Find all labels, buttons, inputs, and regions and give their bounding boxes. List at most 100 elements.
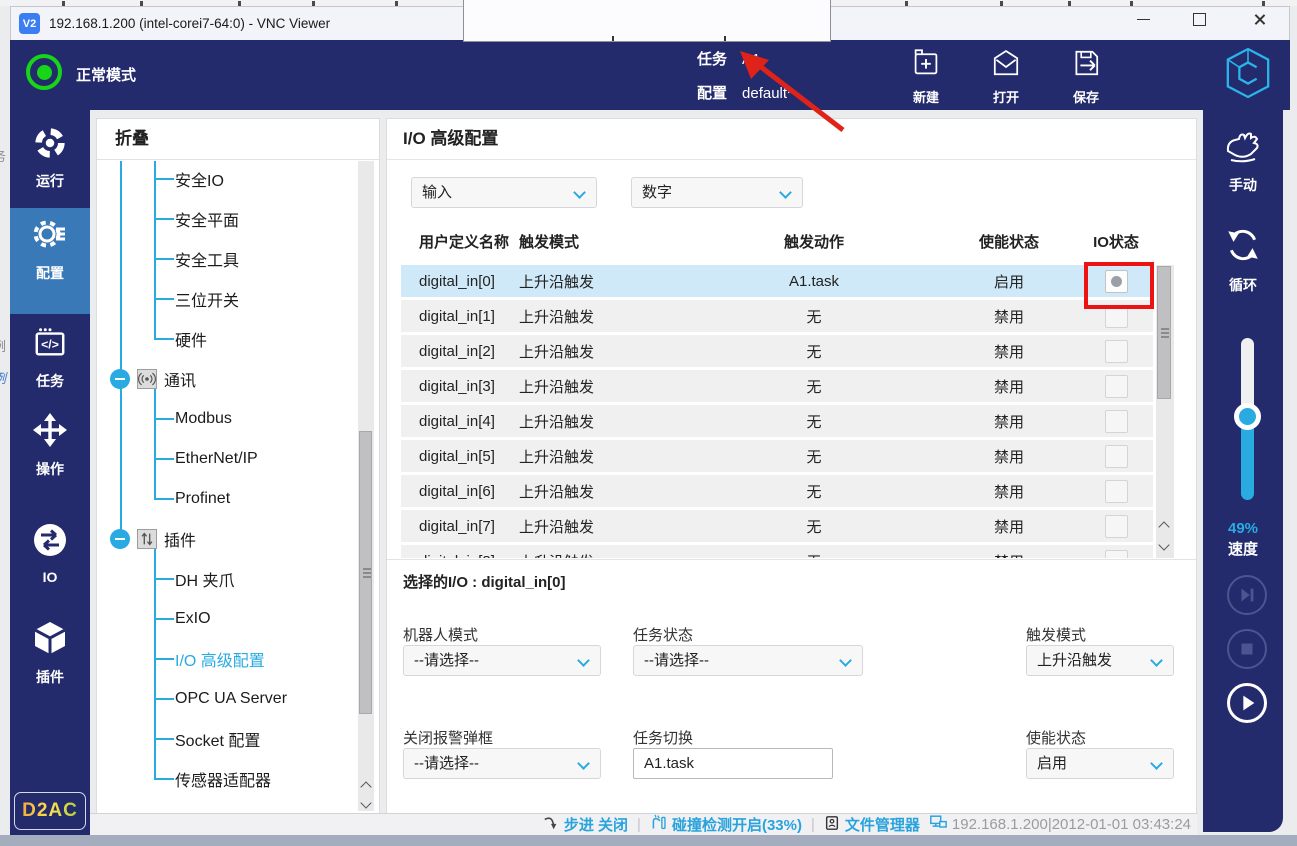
sidebar-item-task[interactable]: </> 任务 (10, 326, 90, 391)
scroll-up-icon[interactable] (1158, 521, 1169, 532)
chevron-down-icon (1150, 654, 1163, 667)
tree-scrollbar[interactable] (358, 161, 374, 811)
tree-item-label: 传感器适配器 (175, 767, 271, 791)
tree-item-safety-io[interactable]: 安全IO (97, 159, 347, 199)
file-manager-icon (824, 815, 840, 835)
tree-item-ethernet-ip[interactable]: EtherNet/IP (97, 439, 347, 479)
table-row[interactable]: digital_in[1] 上升沿触发 无 禁用 (401, 300, 1153, 332)
table-row[interactable]: digital_in[3] 上升沿触发 无 禁用 (401, 370, 1153, 402)
tree-item-label: Profinet (175, 490, 230, 508)
scroll-down-icon[interactable] (360, 797, 371, 808)
tree-item-sensor-adapter[interactable]: 传感器适配器 (97, 759, 347, 799)
table-row[interactable]: digital_in[2] 上升沿触发 无 禁用 (401, 335, 1153, 367)
io-state-checkbox[interactable] (1105, 550, 1128, 559)
table-row[interactable]: digital_in[4] 上升沿触发 无 禁用 (401, 405, 1153, 437)
maximize-button[interactable] (1184, 10, 1214, 28)
sidebar-item-label: 插件 (36, 667, 64, 687)
robot-mode-select[interactable]: --请选择-- (403, 645, 601, 676)
table-scrollbar-thumb[interactable] (1157, 266, 1171, 399)
tree-item-opc-ua-server[interactable]: OPC UA Server (97, 679, 347, 719)
collision-detection-status[interactable]: 碰撞检测开启(33%) (650, 814, 802, 835)
sidebar-item-io[interactable]: IO (10, 522, 90, 585)
cell-name: digital_in[8] (401, 553, 519, 559)
background-text-fragment: 例 (0, 336, 10, 355)
sidebar-item-run[interactable]: 运行 (10, 126, 90, 191)
manual-mode-button[interactable]: 手动 (1203, 130, 1283, 195)
table-scrollbar[interactable] (1156, 265, 1174, 558)
step-mode-status[interactable]: 步进 关闭 (543, 814, 628, 835)
gear-icon (32, 216, 68, 257)
io-state-checkbox[interactable] (1105, 340, 1128, 363)
tree-item-label: OPC UA Server (175, 690, 287, 708)
loop-mode-label: 循环 (1229, 275, 1257, 295)
io-type-select[interactable]: 数字 (631, 177, 803, 208)
cell-enable: 禁用 (939, 481, 1079, 502)
io-direction-value: 输入 (422, 184, 452, 201)
io-state-checkbox[interactable] (1105, 515, 1128, 538)
skip-next-button[interactable] (1227, 575, 1267, 615)
sidebar-item-label: 运行 (36, 171, 64, 191)
io-state-checkbox[interactable] (1105, 480, 1128, 503)
tree-item-three-position-switch[interactable]: 三位开关 (97, 279, 347, 319)
scroll-up-icon[interactable] (360, 781, 371, 792)
cell-action: 无 (689, 341, 939, 362)
tree-scrollbar-thumb[interactable] (359, 431, 372, 714)
speed-slider-thumb[interactable] (1234, 403, 1261, 430)
table-row[interactable]: digital_in[5] 上升沿触发 无 禁用 (401, 440, 1153, 472)
tree-item-dh-gripper[interactable]: DH 夹爪 (97, 559, 347, 599)
cell-enable: 禁用 (939, 551, 1079, 559)
trigger-mode-select[interactable]: 上升沿触发 (1026, 645, 1174, 676)
speed-label: 速度 (1203, 538, 1283, 559)
cell-action: 无 (689, 481, 939, 502)
tree-node-plugins[interactable]: 插件 (97, 519, 347, 559)
tree-item-socket-config[interactable]: Socket 配置 (97, 719, 347, 759)
loop-mode-button[interactable]: 循环 (1203, 226, 1283, 295)
play-button[interactable] (1227, 683, 1267, 723)
io-state-checkbox[interactable] (1105, 375, 1128, 398)
scroll-down-icon[interactable] (1158, 539, 1169, 550)
cell-name: digital_in[0] (401, 273, 519, 290)
sidebar-item-plugins[interactable]: 插件 (10, 620, 90, 687)
vnc-logo-icon: V2 (19, 13, 40, 34)
io-direction-select[interactable]: 输入 (411, 177, 597, 208)
vnc-connection-bar[interactable] (463, 0, 831, 42)
io-state-checkbox[interactable] (1105, 445, 1128, 468)
tree-item-profinet[interactable]: Profinet (97, 479, 347, 519)
tree-item-hardware[interactable]: 硬件 (97, 319, 347, 359)
open-button[interactable]: 打开 (975, 47, 1037, 106)
collapse-all-button[interactable]: 折叠 (97, 119, 379, 160)
table-row[interactable]: digital_in[6] 上升沿触发 无 禁用 (401, 475, 1153, 507)
save-button[interactable]: 保存 (1055, 47, 1117, 106)
new-button[interactable]: 新建 (895, 47, 957, 106)
sidebar-item-config[interactable]: 配置 (10, 216, 90, 283)
close-button[interactable] (1244, 10, 1274, 28)
tree-item-safety-plane[interactable]: 安全平面 (97, 199, 347, 239)
io-state-checkbox[interactable] (1105, 410, 1128, 433)
tree-item-exio[interactable]: ExIO (97, 599, 347, 639)
file-manager-button[interactable]: 文件管理器 (824, 814, 920, 835)
table-row[interactable]: digital_in[0] 上升沿触发 A1.task 启用 (401, 265, 1153, 297)
enable-state-select[interactable]: 启用 (1026, 748, 1174, 779)
tree-node-label: 插件 (164, 527, 196, 551)
table-row[interactable]: digital_in[7] 上升沿触发 无 禁用 (401, 510, 1153, 542)
task-switch-input[interactable]: A1.task (633, 748, 833, 779)
left-sidebar: 运行 配置 </> 任务 操作 IO (10, 110, 90, 835)
collapse-minus-icon[interactable] (110, 369, 130, 389)
col-header-trigger-mode: 触发模式 (519, 231, 689, 252)
io-table: digital_in[0] 上升沿触发 A1.task 启用 digital_i… (401, 265, 1153, 558)
stop-button[interactable] (1227, 629, 1267, 669)
separator: | (637, 816, 641, 833)
table-row[interactable]: digital_in[8] 上升沿触发 无 禁用 (401, 545, 1153, 558)
cube-icon (32, 620, 68, 661)
tree-item-io-advanced-config[interactable]: I/O 高级配置 (97, 639, 347, 679)
tree-item-modbus[interactable]: Modbus (97, 399, 347, 439)
minimize-button[interactable] (1128, 10, 1158, 28)
tree-node-communication[interactable]: 通讯 (97, 359, 347, 399)
collapse-minus-icon[interactable] (110, 529, 130, 549)
close-alarm-select[interactable]: --请选择-- (403, 748, 601, 779)
tree-item-safety-tool[interactable]: 安全工具 (97, 239, 347, 279)
enable-state-label: 使能状态 (1026, 727, 1086, 748)
task-state-select[interactable]: --请选择-- (633, 645, 863, 676)
save-icon (1070, 47, 1102, 84)
sidebar-item-operate[interactable]: 操作 (10, 412, 90, 479)
